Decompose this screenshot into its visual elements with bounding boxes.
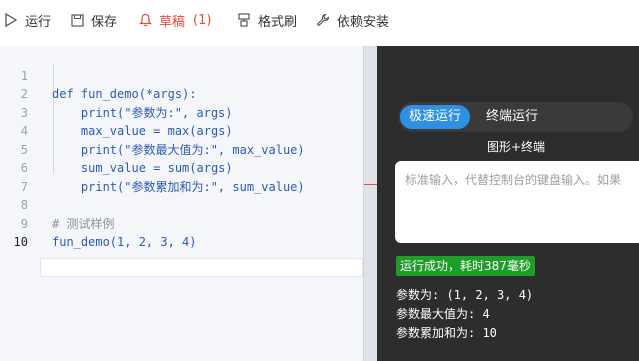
code-line[interactable]: 2 print("参数为:", args)	[0, 67, 363, 120]
save-button[interactable]: 保存	[70, 11, 118, 30]
output-line: 参数最大值为: 4	[396, 307, 490, 321]
code-line[interactable]: 4 print("参数最大值为:", max_value)	[0, 104, 363, 157]
code-line[interactable]: 5 sum_value = sum(args)	[0, 122, 363, 176]
mode-fast-run-tab[interactable]: 极速运行	[400, 105, 470, 129]
draft-button[interactable]: 草稿 (1)	[138, 11, 212, 30]
toolbar: 运行 保存 草稿 (1) 格式刷 依赖安装	[0, 0, 639, 38]
code-line[interactable]: 3 max_value = max(args)	[0, 85, 363, 139]
deps-install-button[interactable]: 依赖安装	[316, 11, 390, 30]
play-icon	[4, 13, 18, 27]
error-marker	[364, 184, 377, 185]
wrench-icon	[316, 13, 330, 27]
run-button[interactable]: 运行	[4, 11, 52, 30]
active-line-highlight	[40, 258, 363, 277]
code-line[interactable]: 6 print("参数累加和为:", sum_value)	[0, 141, 363, 194]
code-line[interactable]: 8 # 测试样例	[0, 178, 363, 231]
code-line[interactable]: 7	[0, 159, 363, 194]
format-brush-button[interactable]: 格式刷	[237, 11, 298, 30]
run-status-badge: 运行成功，耗时387毫秒	[396, 256, 535, 276]
save-icon	[70, 13, 84, 27]
output-line: 参数累加和为: 10	[396, 326, 497, 340]
brush-icon	[237, 13, 251, 27]
format-brush-label: 格式刷	[258, 14, 298, 30]
run-label: 运行	[25, 14, 52, 30]
run-mode-switch: 极速运行 终端运行	[398, 102, 633, 132]
bell-icon	[138, 13, 152, 27]
output-line: 参数为: (1, 2, 3, 4)	[396, 288, 534, 302]
mode-gui-terminal-tab[interactable]: 图形+终端	[487, 138, 545, 155]
save-label: 保存	[91, 14, 118, 30]
code-line[interactable]: 1 def fun_demo(*args):	[0, 48, 363, 102]
pane-splitter[interactable]	[363, 46, 377, 361]
code-line[interactable]: 10	[0, 215, 363, 249]
deps-install-label: 依赖安装	[337, 14, 390, 30]
line-number-active: 10	[13, 235, 28, 249]
code-text: fun_demo(1, 2, 3, 4)	[52, 235, 197, 249]
code-line[interactable]: 9 fun_demo(1, 2, 3, 4)	[0, 196, 363, 250]
run-panel: 极速运行 终端运行 图形+终端 标准输入，代替控制台的键盘输入。如果 运行成功，…	[377, 46, 639, 361]
code-editor[interactable]: 1 def fun_demo(*args): 2 print("参数为:", a…	[0, 46, 363, 361]
draft-count: (1)	[193, 12, 212, 28]
stdin-input[interactable]: 标准输入，代替控制台的键盘输入。如果	[395, 161, 639, 243]
mode-terminal-run-tab[interactable]: 终端运行	[474, 105, 550, 129]
draft-label: 草稿	[159, 14, 186, 30]
